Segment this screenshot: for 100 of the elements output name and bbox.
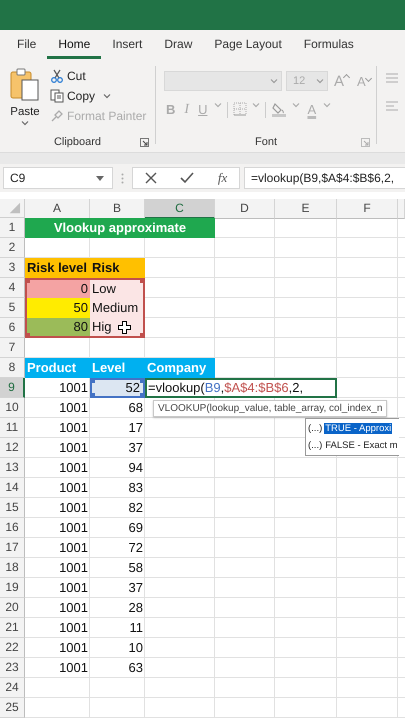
row-header[interactable]: 13 bbox=[0, 458, 25, 478]
brush-icon bbox=[50, 109, 64, 123]
spreadsheet-cell-text: 28 bbox=[128, 599, 144, 617]
ribbon-tab[interactable]: Page Layout bbox=[203, 31, 293, 59]
column-header[interactable]: E bbox=[275, 199, 337, 219]
select-all-icon[interactable] bbox=[0, 199, 25, 218]
spreadsheet-cell-text: 1001 bbox=[58, 439, 89, 457]
dialog-launcher-icon[interactable] bbox=[140, 138, 149, 147]
chevron-down-icon[interactable] bbox=[103, 93, 112, 99]
spreadsheet-cell: Hig bbox=[90, 318, 145, 338]
header-cell: Risk level bbox=[25, 258, 90, 278]
ribbon-tab[interactable]: Draw bbox=[153, 31, 204, 59]
row-header[interactable]: 12 bbox=[0, 438, 25, 458]
title-cell: Vlookup approximate bbox=[25, 218, 215, 238]
ribbon-tab[interactable]: Insert bbox=[101, 31, 154, 59]
header-cell: Product bbox=[25, 358, 90, 378]
spreadsheet-cell-text: 37 bbox=[128, 579, 144, 597]
row-header[interactable]: 18 bbox=[0, 558, 25, 578]
spreadsheet-cell-text: 1001 bbox=[58, 579, 89, 597]
spreadsheet-cell-text: 1001 bbox=[58, 599, 89, 617]
column-header[interactable]: C bbox=[145, 199, 215, 219]
spreadsheet-cell-text: 17 bbox=[128, 419, 144, 437]
spreadsheet-cell-text: 1001 bbox=[58, 539, 89, 557]
spreadsheet-cell: Low bbox=[90, 278, 145, 298]
group-label: Font bbox=[254, 136, 277, 148]
copy-icon bbox=[50, 89, 64, 103]
align-left-icon[interactable] bbox=[385, 100, 399, 112]
row-header[interactable]: 4 bbox=[0, 278, 25, 298]
row-header[interactable]: 8 bbox=[0, 358, 25, 378]
column-header[interactable]: F bbox=[337, 199, 398, 219]
row-header[interactable]: 14 bbox=[0, 478, 25, 498]
row-header[interactable]: 7 bbox=[0, 338, 25, 358]
row-header[interactable]: 19 bbox=[0, 578, 25, 598]
paste-button[interactable]: Paste bbox=[8, 66, 42, 132]
row-header[interactable]: 15 bbox=[0, 498, 25, 518]
row-header[interactable]: 23 bbox=[0, 658, 25, 678]
column-header[interactable]: B bbox=[90, 199, 145, 219]
row-header[interactable]: 25 bbox=[0, 698, 25, 718]
ribbon-tab[interactable]: Formulas bbox=[292, 31, 365, 59]
align-top-icon[interactable] bbox=[385, 72, 399, 84]
spreadsheet-cell-text: 1001 bbox=[58, 639, 89, 657]
spreadsheet-cell-text: 68 bbox=[128, 399, 144, 417]
chevron-down-icon[interactable] bbox=[316, 78, 324, 84]
spreadsheet-cell-text: 1001 bbox=[58, 659, 89, 677]
cancel-icon[interactable] bbox=[144, 172, 157, 184]
row-header[interactable]: 5 bbox=[0, 298, 25, 318]
borders-icon[interactable] bbox=[233, 102, 248, 116]
spreadsheet-cell-text: 11 bbox=[128, 619, 144, 637]
ribbon-tab[interactable]: File bbox=[6, 31, 48, 59]
spreadsheet-cell-text: 94 bbox=[128, 459, 144, 477]
check-icon[interactable] bbox=[180, 172, 194, 184]
function-tooltip: VLOOKUP(lookup_value, table_array, col_index_n bbox=[153, 400, 388, 417]
autocomplete-item[interactable]: (...) TRUE - Approxi bbox=[307, 420, 399, 437]
spreadsheet-cell-text: 1001 bbox=[58, 479, 89, 497]
row-header[interactable]: 24 bbox=[0, 678, 25, 698]
name-box[interactable]: C9 bbox=[3, 167, 113, 189]
spreadsheet-cell-text: 63 bbox=[128, 659, 144, 677]
spreadsheet-cell-text: 58 bbox=[128, 559, 144, 577]
row-header[interactable]: 1 bbox=[0, 218, 25, 238]
spreadsheet-cell-text: 1001 bbox=[58, 499, 89, 517]
spreadsheet-cell: 0 bbox=[25, 278, 90, 298]
group-label: Clipboard bbox=[54, 136, 102, 148]
row-header[interactable]: 2 bbox=[0, 238, 25, 258]
row-header[interactable]: 20 bbox=[0, 598, 25, 618]
cut-button[interactable]: Cut bbox=[48, 68, 148, 84]
chevron-down-icon[interactable] bbox=[21, 120, 29, 126]
column-header[interactable] bbox=[398, 199, 405, 219]
spreadsheet-cell-text: 1001 bbox=[58, 419, 89, 437]
spreadsheet-cell-text: 1001 bbox=[58, 519, 89, 537]
more-icon[interactable] bbox=[121, 172, 124, 184]
clipboard-icon bbox=[10, 68, 40, 102]
row-header[interactable]: 11 bbox=[0, 418, 25, 438]
header-cell: Company bbox=[145, 358, 215, 378]
row-header[interactable]: 9 bbox=[0, 378, 25, 398]
row-header[interactable]: 10 bbox=[0, 398, 25, 418]
row-header[interactable]: 3 bbox=[0, 258, 25, 278]
spreadsheet-cell: 50 bbox=[25, 298, 90, 318]
spreadsheet-cell-text: 69 bbox=[128, 519, 144, 537]
copy-button[interactable]: Copy bbox=[48, 88, 98, 104]
row-header[interactable]: 17 bbox=[0, 538, 25, 558]
spreadsheet-cell-text: 1001 bbox=[58, 379, 89, 397]
insert-function-button[interactable]: fx bbox=[218, 170, 228, 186]
spreadsheet-cell: 52 bbox=[90, 378, 145, 398]
row-header[interactable]: 22 bbox=[0, 638, 25, 658]
spreadsheet-cell-text: 72 bbox=[128, 539, 144, 557]
fill-bucket-icon[interactable] bbox=[271, 102, 288, 117]
row-header[interactable]: 21 bbox=[0, 618, 25, 638]
spreadsheet-cell-text: 82 bbox=[128, 499, 144, 517]
row-header[interactable]: 16 bbox=[0, 518, 25, 538]
formula-input[interactable]: =vlookup(B9,$A$4:$B$6,2, bbox=[244, 167, 405, 189]
autocomplete-item[interactable]: (...) FALSE - Exact m bbox=[307, 437, 399, 454]
row-header[interactable]: 6 bbox=[0, 318, 25, 338]
spreadsheet-cell: Medium bbox=[90, 298, 145, 318]
dropdown-arrow-icon[interactable] bbox=[96, 176, 104, 180]
header-cell: Level bbox=[90, 358, 145, 378]
spreadsheet-cell-text: 1001 bbox=[58, 559, 89, 577]
column-header[interactable]: A bbox=[25, 199, 90, 219]
spreadsheet-cell-text: 1001 bbox=[58, 619, 89, 637]
column-header[interactable]: D bbox=[215, 199, 275, 219]
spreadsheet-cell-text: 10 bbox=[128, 639, 144, 657]
